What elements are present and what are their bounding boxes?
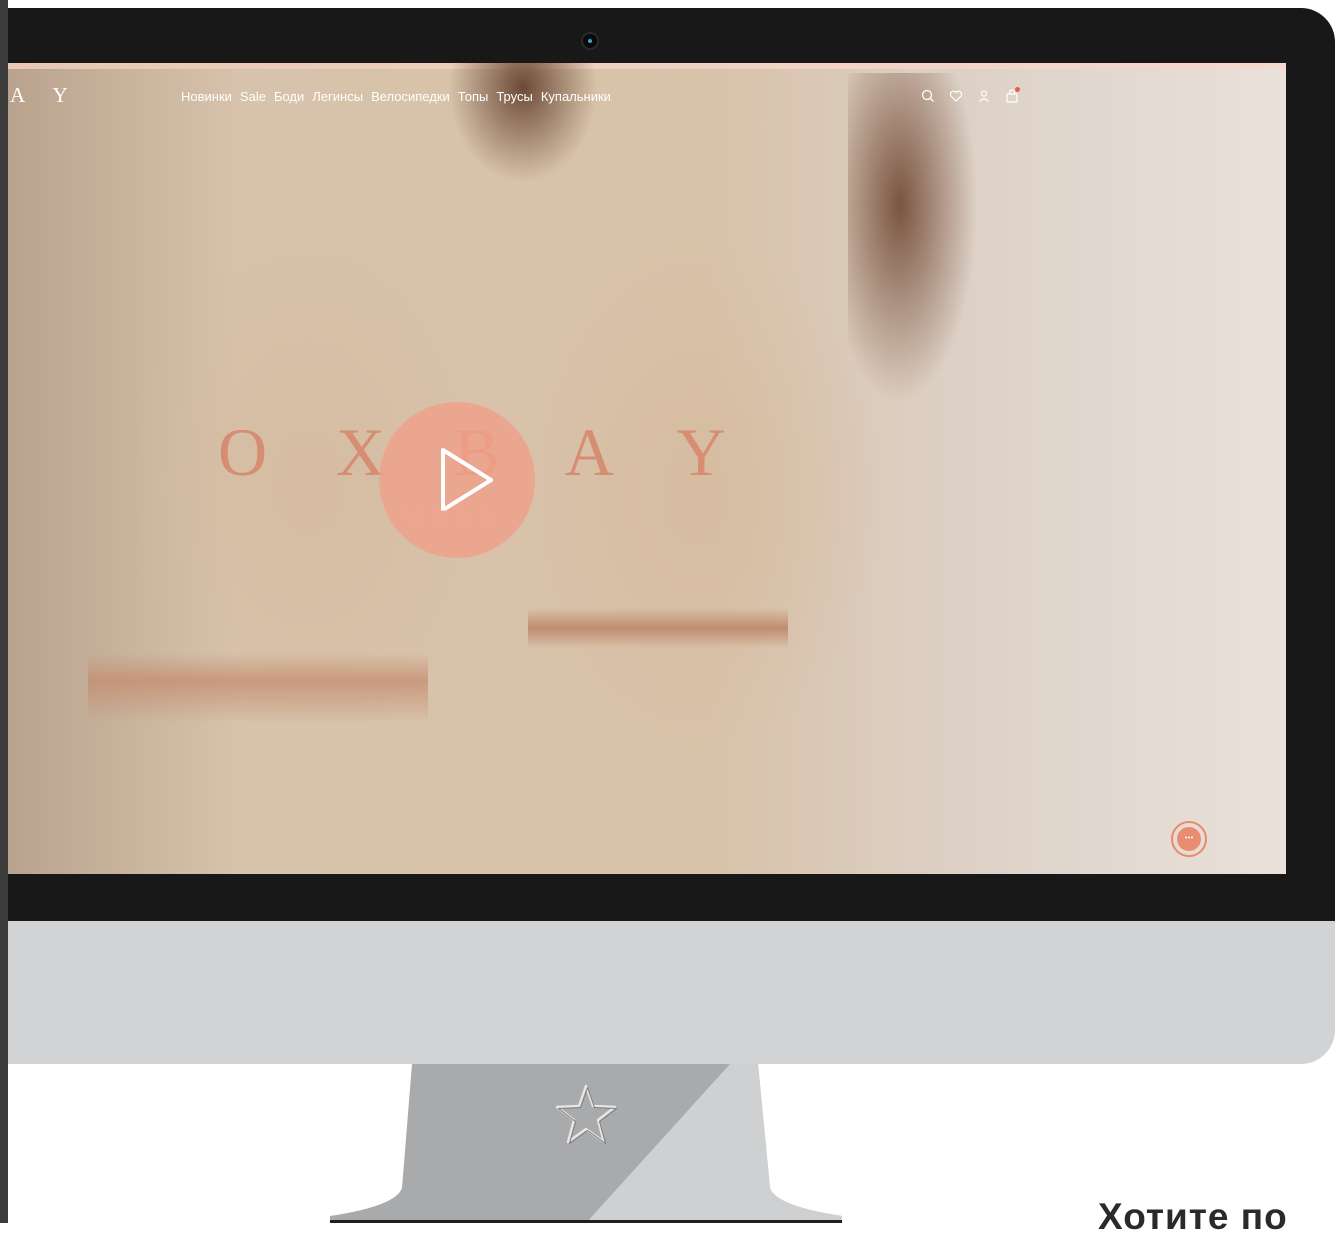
menu-item-kupalniki[interactable]: Купальники bbox=[541, 89, 611, 104]
main-menu: Новинки Sale Боди Легинсы Велосипедки То… bbox=[181, 89, 611, 104]
monitor-chin bbox=[8, 921, 1335, 1064]
hero-brand-subtitle: WEAR bbox=[406, 507, 501, 530]
play-icon bbox=[441, 448, 493, 512]
left-edge-strip bbox=[0, 0, 8, 1223]
monitor-bezel: A Y Новинки Sale Боди Легинсы Велосипедк… bbox=[8, 8, 1335, 921]
chat-icon bbox=[1185, 836, 1193, 839]
cart-badge bbox=[1015, 87, 1020, 92]
user-icon[interactable] bbox=[976, 88, 992, 104]
menu-item-novinki[interactable]: Новинки bbox=[181, 89, 232, 104]
section-heading: Хотите по bbox=[1098, 1196, 1288, 1237]
menu-item-bodi[interactable]: Боди bbox=[274, 89, 304, 104]
menu-item-topy[interactable]: Топы bbox=[458, 89, 489, 104]
webcam-icon bbox=[583, 34, 597, 48]
chat-widget-button[interactable] bbox=[1171, 821, 1207, 857]
menu-item-trusy[interactable]: Трусы bbox=[496, 89, 533, 104]
menu-item-leginsy[interactable]: Легинсы bbox=[312, 89, 363, 104]
cart-icon[interactable] bbox=[1004, 87, 1020, 104]
menu-item-sale[interactable]: Sale bbox=[240, 89, 266, 104]
heart-icon[interactable] bbox=[948, 88, 964, 104]
search-icon[interactable] bbox=[920, 88, 936, 104]
monitor-mockup: A Y Новинки Sale Боди Легинсы Велосипедк… bbox=[8, 8, 1335, 1064]
video-play-button[interactable] bbox=[379, 402, 535, 558]
monitor-stand bbox=[330, 1064, 842, 1223]
site-logo[interactable]: A Y bbox=[10, 83, 80, 108]
header-icons bbox=[920, 87, 1020, 104]
website-screen: A Y Новинки Sale Боди Легинсы Велосипедк… bbox=[8, 63, 1286, 874]
menu-item-velosipedki[interactable]: Велосипедки bbox=[371, 89, 450, 104]
site-header: A Y Новинки Sale Боди Легинсы Велосипедк… bbox=[8, 83, 1286, 113]
